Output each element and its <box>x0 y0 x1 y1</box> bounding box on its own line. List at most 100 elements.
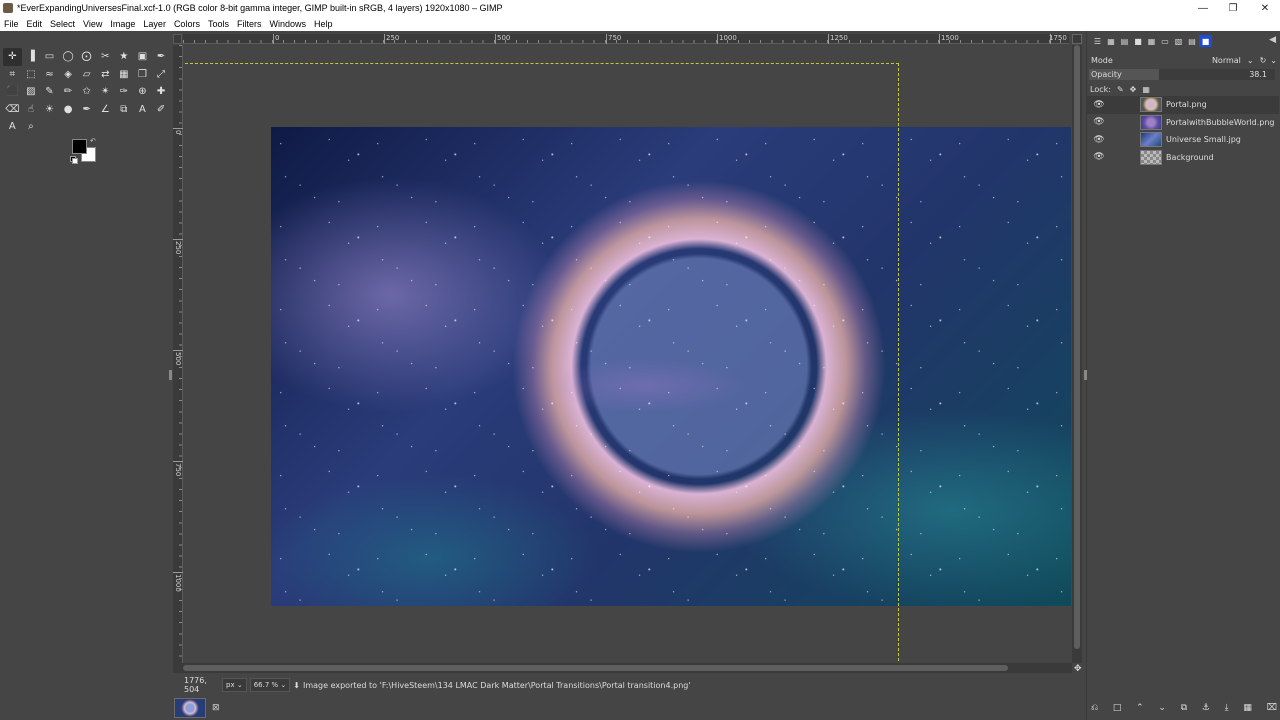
lock-position-icon[interactable]: ✥ <box>1130 85 1137 94</box>
scale-tool-icon[interactable]: ⤢ <box>152 66 171 84</box>
unit-select[interactable]: px ⌄ <box>222 678 247 692</box>
close-button[interactable]: ✕ <box>1250 0 1280 16</box>
free-select-icon[interactable]: ⨀ <box>77 48 96 66</box>
perspective-tool-icon[interactable]: ▱ <box>77 66 96 84</box>
vertical-scrollbar[interactable] <box>1072 45 1082 663</box>
color-picker-icon[interactable]: ✒ <box>77 101 96 119</box>
vertical-ruler[interactable]: 0 250 500 750 1000 <box>173 45 183 663</box>
duplicate-layer-icon[interactable]: ⧉ <box>1181 703 1187 717</box>
blur-sharpen-icon[interactable]: ● <box>59 101 78 119</box>
horizontal-scrollbar[interactable] <box>173 663 1072 673</box>
paths-tab-icon[interactable]: ▧ <box>1172 35 1185 47</box>
fuzzy-select-icon[interactable]: ★ <box>115 48 134 66</box>
paths-tool-icon[interactable]: ✒ <box>152 48 171 66</box>
layer-row[interactable]: 👁 Background <box>1087 149 1279 167</box>
foreground-select-icon[interactable]: ▣ <box>133 48 152 66</box>
bucket-fill-icon[interactable]: ⬛ <box>3 83 22 101</box>
opacity-slider[interactable]: Opacity 38.1 <box>1089 69 1275 80</box>
layers-tab-icon[interactable]: ▦ <box>1145 35 1158 47</box>
warp-transform-icon[interactable]: ≈ <box>40 66 59 84</box>
layer-row[interactable]: 👁 PortalwithBubbleWorld.png <box>1087 114 1279 132</box>
quick-mask-toggle[interactable] <box>1072 34 1082 44</box>
dock-resize-handle[interactable] <box>1084 370 1087 380</box>
close-image-icon[interactable]: ⊠ <box>212 703 220 713</box>
measure-tool-icon[interactable]: ∠ <box>96 101 115 119</box>
pencil-icon[interactable]: ✏ <box>59 83 78 101</box>
handle-transform-icon[interactable]: ▦ <box>115 66 134 84</box>
image-tab-thumbnail[interactable] <box>174 698 206 718</box>
images-tab-icon[interactable]: ■ <box>1132 35 1145 47</box>
menu-help[interactable]: Help <box>310 19 337 29</box>
eraser-icon[interactable]: ⌫ <box>3 101 22 119</box>
text-tool-icon[interactable]: A <box>133 101 152 119</box>
minimize-button[interactable]: — <box>1188 0 1218 16</box>
menu-edit[interactable]: Edit <box>23 19 47 29</box>
warp-text-icon[interactable]: A <box>3 118 22 136</box>
layer-mask-icon[interactable]: ▦ <box>1243 703 1252 717</box>
dock-menu-icon[interactable]: ◀ <box>1269 35 1276 45</box>
ellipse-select-icon[interactable]: ◯ <box>59 48 78 66</box>
cage-transform-icon[interactable]: ◈ <box>59 66 78 84</box>
zoom-tool-icon[interactable]: ⌕ <box>22 118 41 136</box>
new-layer-icon[interactable]: □ <box>1113 703 1122 717</box>
align-tool-icon[interactable]: ▐ <box>22 48 41 66</box>
ink-tool-icon[interactable]: ✑ <box>115 83 134 101</box>
menu-select[interactable]: Select <box>46 19 79 29</box>
menu-filters[interactable]: Filters <box>233 19 266 29</box>
horizontal-ruler[interactable]: 0 250 500 750 1000 1250 1500 1750 <box>183 34 1069 44</box>
flip-tool-icon[interactable]: ⇄ <box>96 66 115 84</box>
airbrush-icon[interactable]: ✩ <box>77 83 96 101</box>
lock-alpha-icon[interactable]: ▦ <box>1142 85 1150 94</box>
layer-row[interactable]: 👁 Universe Small.jpg <box>1087 131 1279 149</box>
reset-mode-icon[interactable]: ↻ <box>1260 56 1267 65</box>
tool-options-tab-icon[interactable]: ☰ <box>1091 35 1104 47</box>
paintbrush-icon[interactable]: ✎ <box>40 83 59 101</box>
anchor-layer-icon[interactable]: ⚓ <box>1202 703 1210 717</box>
visibility-eye-icon[interactable]: 👁 <box>1092 152 1106 162</box>
lock-pixels-icon[interactable]: ✎ <box>1117 85 1124 94</box>
layer-row[interactable]: 👁 Portal.png <box>1087 96 1279 114</box>
brushes-tab-icon[interactable]: ▤ <box>1186 35 1199 47</box>
menu-windows[interactable]: Windows <box>265 19 310 29</box>
clone-tool-icon[interactable]: ⊕ <box>133 83 152 101</box>
device-status-tab-icon[interactable]: ▦ <box>1105 35 1118 47</box>
menu-colors[interactable]: Colors <box>170 19 204 29</box>
eyedropper-icon[interactable]: ✐ <box>152 101 171 119</box>
move-tool-icon[interactable]: ✛ <box>3 48 22 66</box>
visibility-eye-icon[interactable]: 👁 <box>1092 117 1106 127</box>
reset-colors-icon[interactable] <box>70 156 78 164</box>
zoom-select[interactable]: 66.7 % ⌄ <box>249 678 291 692</box>
menu-layer[interactable]: Layer <box>139 19 170 29</box>
toolbox-resize-handle[interactable] <box>169 370 172 380</box>
menu-tools[interactable]: Tools <box>204 19 233 29</box>
scissors-select-icon[interactable]: ✂ <box>96 48 115 66</box>
unified-transform-icon[interactable]: ⬚ <box>22 66 41 84</box>
maximize-button[interactable]: ❐ <box>1218 0 1248 16</box>
undo-history-tab-icon[interactable]: ▤ <box>1118 35 1131 47</box>
foreground-color-swatch[interactable] <box>72 139 87 154</box>
mode-select[interactable]: Normal <box>1212 56 1241 65</box>
lower-layer-icon[interactable]: ⌄ <box>1158 703 1166 717</box>
chevron-down-icon[interactable]: ⌄ <box>1247 56 1254 65</box>
ruler-corner[interactable] <box>173 34 182 44</box>
menu-view[interactable]: View <box>79 19 106 29</box>
chevron-down-icon[interactable]: ⌄ <box>1270 56 1277 65</box>
heal-tool-icon[interactable]: ✚ <box>152 83 171 101</box>
menu-file[interactable]: File <box>0 19 23 29</box>
swap-colors-icon[interactable]: ↶ <box>90 137 96 145</box>
gradient-tool-icon[interactable]: ▨ <box>22 83 41 101</box>
vertical-scroll-thumb[interactable] <box>1074 45 1080 649</box>
new-layer-group-icon[interactable]: ⎌ <box>1091 703 1098 717</box>
text-orientation-icon[interactable]: ❐ <box>133 66 152 84</box>
crop-tool-icon[interactable]: ⌗ <box>3 66 22 84</box>
navigate-icon[interactable]: ✥ <box>1074 664 1082 674</box>
visibility-eye-icon[interactable]: 👁 <box>1092 135 1106 145</box>
dodge-burn-icon[interactable]: ☀ <box>40 101 59 119</box>
opacity-value[interactable]: 38.1 <box>1249 70 1267 79</box>
colors-tab-icon[interactable]: ■ <box>1199 35 1212 47</box>
channels-tab-icon[interactable]: ▭ <box>1159 35 1172 47</box>
smudge-tool-icon[interactable]: ☝ <box>22 101 41 119</box>
menu-image[interactable]: Image <box>106 19 139 29</box>
mypaint-brush-icon[interactable]: ✴ <box>96 83 115 101</box>
image-viewport[interactable] <box>183 45 1072 663</box>
